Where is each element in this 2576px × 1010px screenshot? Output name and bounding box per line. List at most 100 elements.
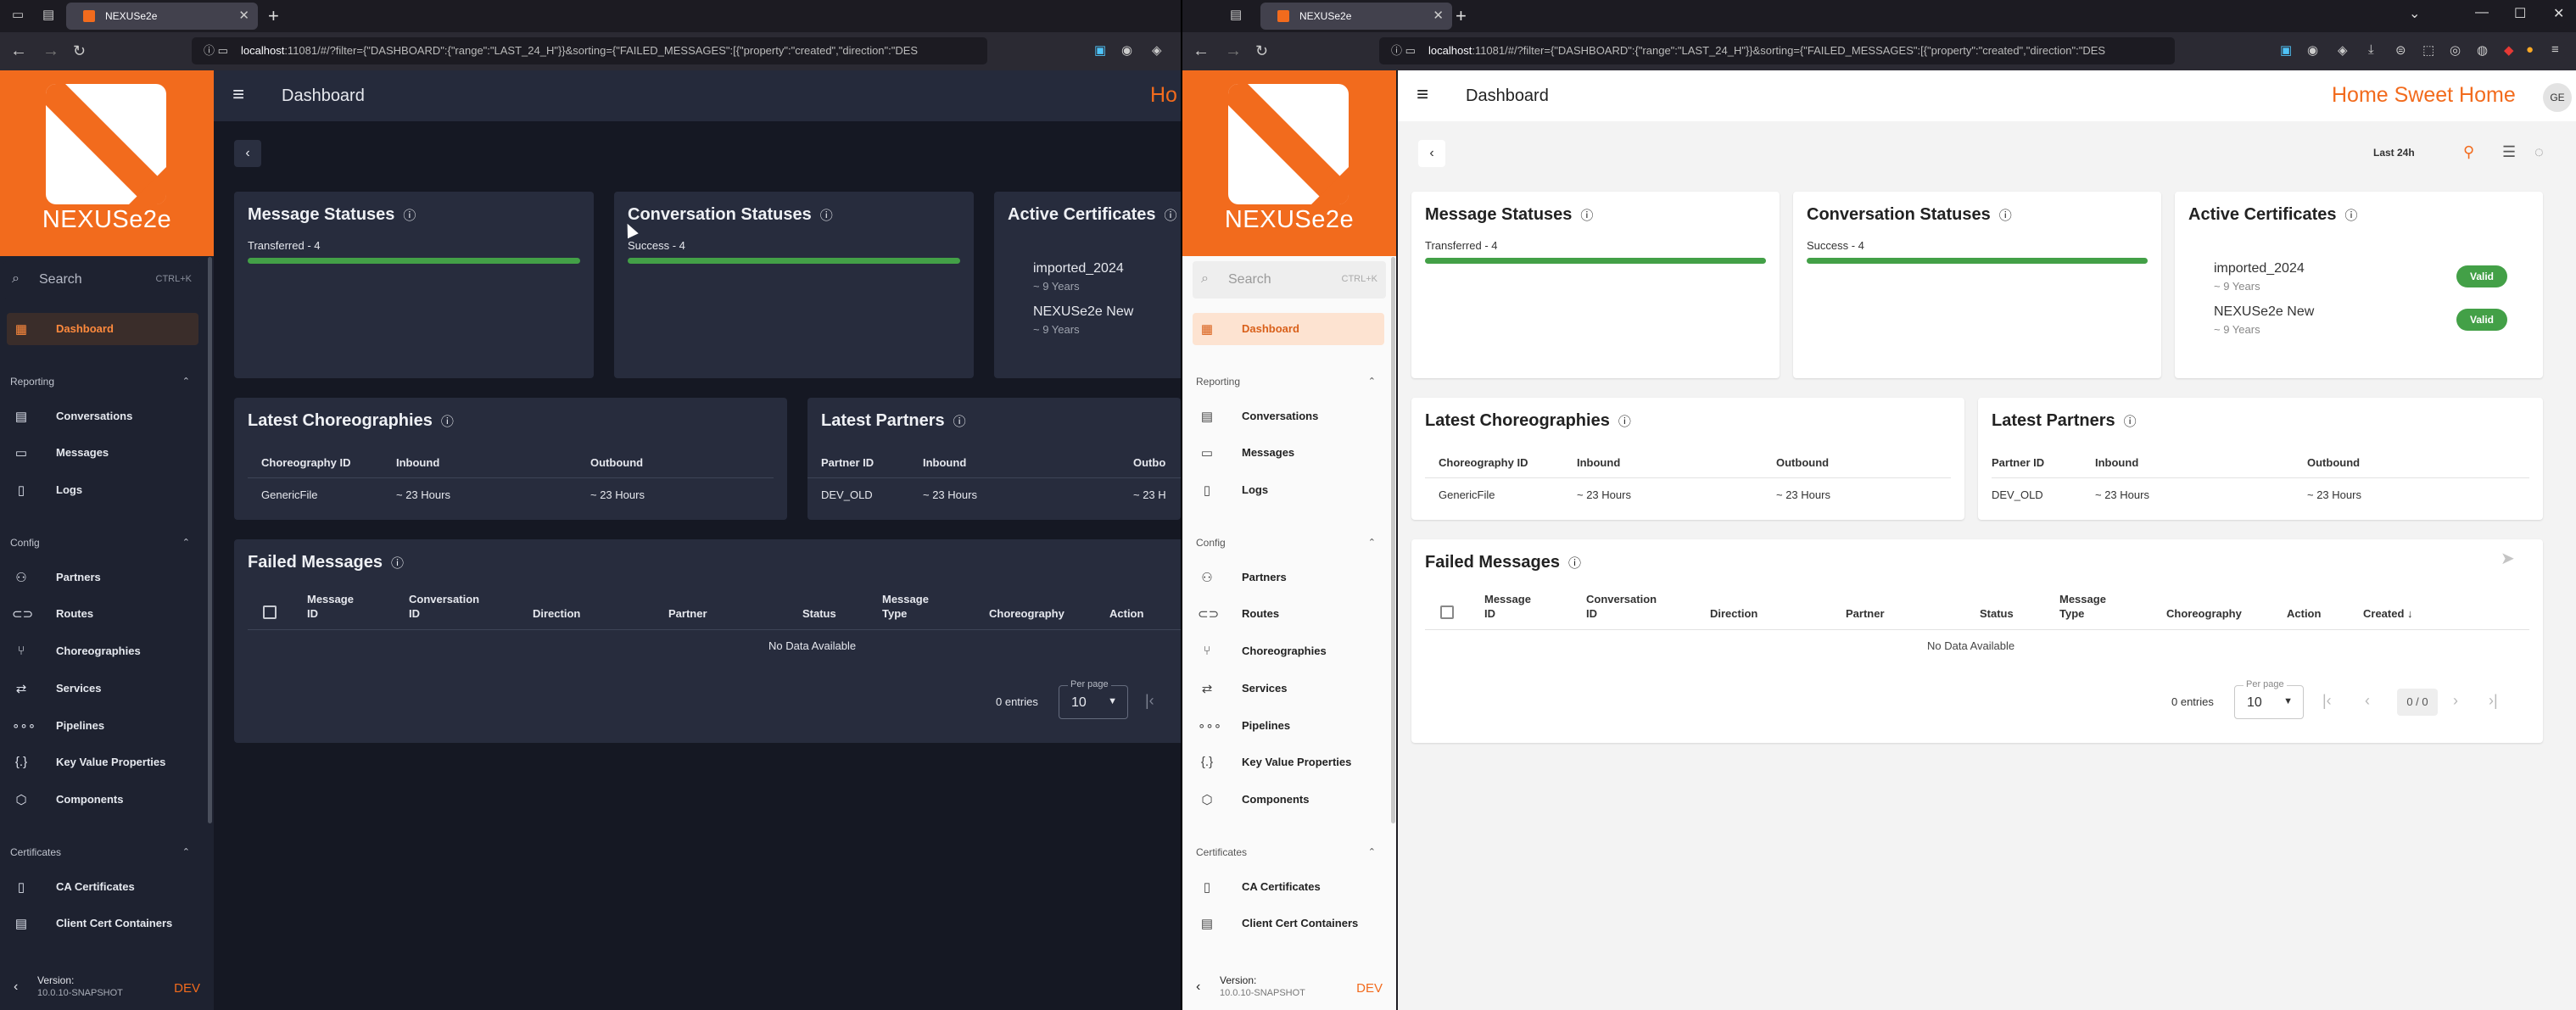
extension-icon-7[interactable]: ●	[2526, 42, 2534, 57]
extension-icon-2[interactable]: ◉	[1121, 42, 1132, 58]
sidebar-item-messages[interactable]: ▭ Messages	[7, 437, 198, 469]
close-tab-icon[interactable]: ✕	[1433, 3, 1444, 30]
tune-icon[interactable]: ☰	[2502, 143, 2516, 161]
sidebar-item-client-cert-containers[interactable]: ▤ Client Cert Containers	[1193, 907, 1384, 940]
chevron-up-icon[interactable]: ⌃	[1368, 846, 1376, 857]
per-page-select[interactable]: Per page 10 ▼	[2234, 679, 2304, 719]
menu-icon[interactable]: ≡	[232, 83, 244, 107]
logo[interactable]: NEXUSe2e	[0, 70, 214, 256]
maximize-icon[interactable]: ☐	[2514, 5, 2526, 22]
header-choreography[interactable]: Choreography	[989, 606, 1064, 621]
info-icon[interactable]: ⓘ	[953, 415, 966, 429]
close-window-icon[interactable]: ✕	[2553, 5, 2564, 22]
info-icon[interactable]: ⓘ	[1568, 556, 1581, 571]
header-direction[interactable]: Direction	[1710, 606, 1757, 621]
header-choreography[interactable]: Choreography	[2166, 606, 2242, 621]
sidebar-scrollbar[interactable]	[1391, 257, 1395, 823]
section-reporting[interactable]: Reporting ⌃	[10, 376, 190, 388]
close-tab-icon[interactable]: ✕	[238, 3, 249, 30]
extension-icon-3[interactable]: ⊜	[2395, 42, 2406, 58]
range-chip[interactable]: Last 24h	[2373, 147, 2415, 159]
sidebar-item-logs[interactable]: ▯ Logs	[7, 474, 198, 506]
send-icon[interactable]: ➤	[2501, 548, 2515, 569]
per-page-select[interactable]: Per page 10 ▼	[1059, 679, 1128, 719]
info-icon[interactable]: ⓘ	[1165, 209, 1177, 223]
info-icon[interactable]: ⓘ	[1618, 415, 1631, 429]
back-button[interactable]: ‹	[1418, 140, 1445, 167]
sidebar-item-choreographies[interactable]: ⑂ Choreographies	[1193, 635, 1384, 667]
reload-icon[interactable]: ↻	[73, 41, 86, 61]
sidebar-item-conversations[interactable]: ▤ Conversations	[7, 400, 198, 432]
sidebar-item-routes[interactable]: ⊂⊃ Routes	[1193, 598, 1384, 630]
extension-icon-6[interactable]: ◆	[2504, 42, 2514, 58]
chevron-up-icon[interactable]: ⌃	[182, 846, 190, 857]
header-partner[interactable]: Partner	[1846, 606, 1885, 621]
header-status[interactable]: Status	[802, 606, 836, 621]
browser-tab[interactable]: NEXUSe2e ✕	[1260, 3, 1452, 30]
sidebar-item-dashboard[interactable]: ▦ Dashboard	[1193, 313, 1384, 345]
header-conversation-id[interactable]: Conversation ID	[1586, 592, 1657, 621]
filter-icon[interactable]: ⚲	[2463, 143, 2474, 161]
collapse-sidebar-icon[interactable]: ‹	[14, 979, 18, 995]
sidebar-item-routes[interactable]: ⊂⊃ Routes	[7, 598, 198, 630]
back-icon[interactable]: ←	[1193, 41, 1210, 61]
browser-tab[interactable]: NEXUSe2e ✕	[66, 3, 258, 30]
extension-icon[interactable]: ▣	[2280, 42, 2292, 58]
next-page-icon[interactable]: ›	[2453, 692, 2458, 710]
select-all-checkbox[interactable]	[1440, 605, 1454, 619]
chevron-up-icon[interactable]: ⌃	[182, 376, 190, 387]
sidebar-item-logs[interactable]: ▯ Logs	[1193, 474, 1384, 506]
firefox-view-icon[interactable]: ▤	[42, 7, 54, 22]
sidebar-item-partners[interactable]: ⚇ Partners	[1193, 561, 1384, 594]
sidebar-item-ca-certificates[interactable]: ▯ CA Certificates	[1193, 871, 1384, 903]
info-icon[interactable]: ⓘ	[820, 209, 833, 223]
sidebar-item-key-value-properties[interactable]: {.} Key Value Properties	[7, 746, 198, 778]
url-bar[interactable]: ⓘ ▭ localhost:11081/#/?filter={"DASHBOAR…	[1379, 37, 2175, 64]
header-created[interactable]: Created ↓	[2363, 606, 2413, 621]
first-page-icon[interactable]: |‹	[2322, 692, 2332, 710]
info-icon[interactable]: ⓘ	[1580, 209, 1593, 223]
search-input[interactable]: ⌕ Search CTRL+K	[3, 261, 200, 299]
sidebar-scrollbar[interactable]	[208, 257, 212, 823]
page-info-icon[interactable]: ⓘ ▭	[1391, 37, 1416, 64]
extension-icon-2[interactable]: ◉	[2307, 42, 2318, 58]
downloads-icon[interactable]: ⤓	[2368, 42, 2374, 57]
sidebar-item-components[interactable]: ⬡ Components	[1193, 784, 1384, 816]
firefox-view-icon[interactable]: ▤	[1230, 7, 1242, 22]
certificate-item[interactable]: NEXUSe2e New ~ 9 Years	[2214, 304, 2314, 336]
section-reporting[interactable]: Reporting ⌃	[1196, 376, 1376, 388]
sidebar-item-partners[interactable]: ⚇ Partners	[7, 561, 198, 594]
sidebar-item-conversations[interactable]: ▤ Conversations	[1193, 400, 1384, 432]
certificate-item[interactable]: NEXUSe2e New ~ 9 Years	[1033, 304, 1133, 336]
sidebar-item-services[interactable]: ⇄ Services	[7, 672, 198, 705]
header-action[interactable]: Action	[1109, 606, 1143, 621]
sidebar-item-components[interactable]: ⬡ Components	[7, 784, 198, 816]
header-message-type[interactable]: Message Type	[2059, 592, 2106, 621]
back-icon[interactable]: ←	[10, 41, 27, 61]
sidebar-item-dashboard[interactable]: ▦ Dashboard	[7, 313, 198, 345]
tab-list-icon[interactable]: ▭	[12, 7, 24, 22]
reload-icon[interactable]: ↻	[1255, 41, 1268, 61]
sidebar-item-ca-certificates[interactable]: ▯ CA Certificates	[7, 871, 198, 903]
info-icon[interactable]: ⓘ	[441, 415, 454, 429]
pocket-icon[interactable]: ◈	[2338, 42, 2348, 58]
logo[interactable]: NEXUSe2e	[1182, 70, 1396, 256]
sidebar-item-client-cert-containers[interactable]: ▤ Client Cert Containers	[7, 907, 198, 940]
sidebar-item-pipelines[interactable]: ∘∘∘ Pipelines	[7, 710, 198, 742]
section-config[interactable]: Config ⌃	[1196, 537, 1376, 549]
avatar[interactable]: GE	[2543, 83, 2572, 112]
first-page-icon[interactable]: |‹	[1145, 692, 1154, 710]
section-certificates[interactable]: Certificates ⌃	[1196, 846, 1376, 858]
info-icon[interactable]: ⓘ	[2345, 209, 2358, 223]
sidebar-item-choreographies[interactable]: ⑂ Choreographies	[7, 635, 198, 667]
list-all-tabs-icon[interactable]: ⌄	[2409, 5, 2420, 22]
extension-icon-5[interactable]: ◍	[2477, 42, 2488, 58]
section-config[interactable]: Config ⌃	[10, 537, 190, 549]
forward-icon[interactable]: →	[1225, 41, 1242, 61]
account-icon[interactable]: ◎	[2450, 42, 2461, 58]
collapse-sidebar-icon[interactable]: ‹	[1196, 979, 1200, 995]
header-status[interactable]: Status	[1980, 606, 2014, 621]
sidebar-item-services[interactable]: ⇄ Services	[1193, 672, 1384, 705]
header-partner[interactable]: Partner	[668, 606, 707, 621]
info-icon[interactable]: ⓘ	[403, 209, 416, 223]
